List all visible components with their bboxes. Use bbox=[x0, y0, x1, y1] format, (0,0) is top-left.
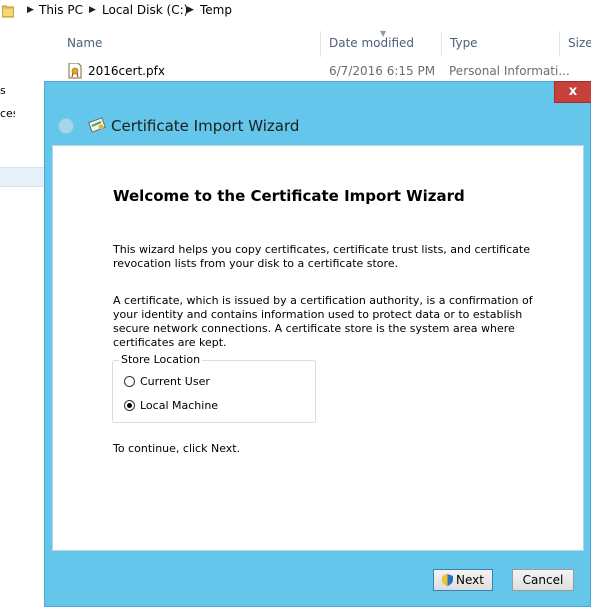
certificate-import-wizard-dialog: x Certificate Import Wizard Welcome to t… bbox=[44, 81, 591, 607]
file-type: Personal Informati... bbox=[449, 64, 570, 78]
nav-item-selected[interactable] bbox=[0, 167, 44, 187]
column-header: Name ▼ Date modified Type Size bbox=[59, 29, 591, 57]
file-date: 6/7/2016 6:15 PM bbox=[329, 64, 436, 78]
breadcrumb-temp[interactable]: Temp bbox=[200, 3, 232, 17]
wizard-content: Welcome to the Certificate Import Wizard… bbox=[52, 145, 584, 551]
wizard-title: Certificate Import Wizard bbox=[111, 117, 300, 135]
certificate-wizard-icon bbox=[88, 117, 106, 133]
column-size[interactable]: Size bbox=[560, 31, 591, 57]
chevron-right-icon[interactable]: ▶ bbox=[89, 5, 96, 15]
radio-checked-icon[interactable] bbox=[124, 400, 135, 411]
store-location-label: Store Location bbox=[119, 353, 203, 366]
intro-text: This wizard helps you copy certificates,… bbox=[113, 243, 530, 270]
breadcrumb-this-pc[interactable]: This PC bbox=[39, 3, 83, 17]
column-type[interactable]: Type bbox=[442, 31, 560, 57]
page-heading: Welcome to the Certificate Import Wizard bbox=[113, 187, 465, 205]
chevron-right-icon[interactable]: ▶ bbox=[27, 5, 34, 15]
file-name[interactable]: 2016cert.pfx bbox=[88, 64, 165, 78]
back-arrow-icon[interactable] bbox=[58, 118, 74, 134]
uac-shield-icon bbox=[442, 574, 454, 586]
cancel-button[interactable]: Cancel bbox=[512, 569, 574, 591]
description-text: A certificate, which is issued by a cert… bbox=[113, 294, 533, 349]
radio-label[interactable]: Local Machine bbox=[140, 399, 218, 412]
button-bar: Next Cancel bbox=[52, 551, 584, 601]
next-button-label[interactable]: Next bbox=[456, 573, 484, 587]
folder-icon bbox=[2, 5, 14, 18]
certificate-file-icon bbox=[68, 63, 82, 79]
breadcrumb-local-disk[interactable]: Local Disk (C:) bbox=[102, 3, 188, 17]
chevron-right-icon[interactable]: ▶ bbox=[187, 5, 194, 15]
continue-instruction: To continue, click Next. bbox=[113, 442, 241, 455]
close-button[interactable]: x bbox=[554, 81, 591, 103]
navigation-pane: s ces bbox=[0, 24, 44, 607]
column-date-modified[interactable]: Date modified bbox=[321, 31, 442, 57]
address-bar[interactable]: ▶ This PC ▶ Local Disk (C:) ▶ Temp bbox=[0, 0, 591, 24]
nav-item-fragment[interactable]: ces bbox=[0, 107, 15, 120]
nav-item-fragment[interactable]: s bbox=[0, 84, 15, 97]
store-location-group: Store Location Current User Local Machin… bbox=[112, 353, 316, 423]
next-button[interactable]: Next bbox=[433, 569, 493, 591]
column-name[interactable]: Name bbox=[59, 31, 321, 57]
radio-unchecked-icon[interactable] bbox=[124, 376, 135, 387]
radio-label[interactable]: Current User bbox=[140, 375, 210, 388]
